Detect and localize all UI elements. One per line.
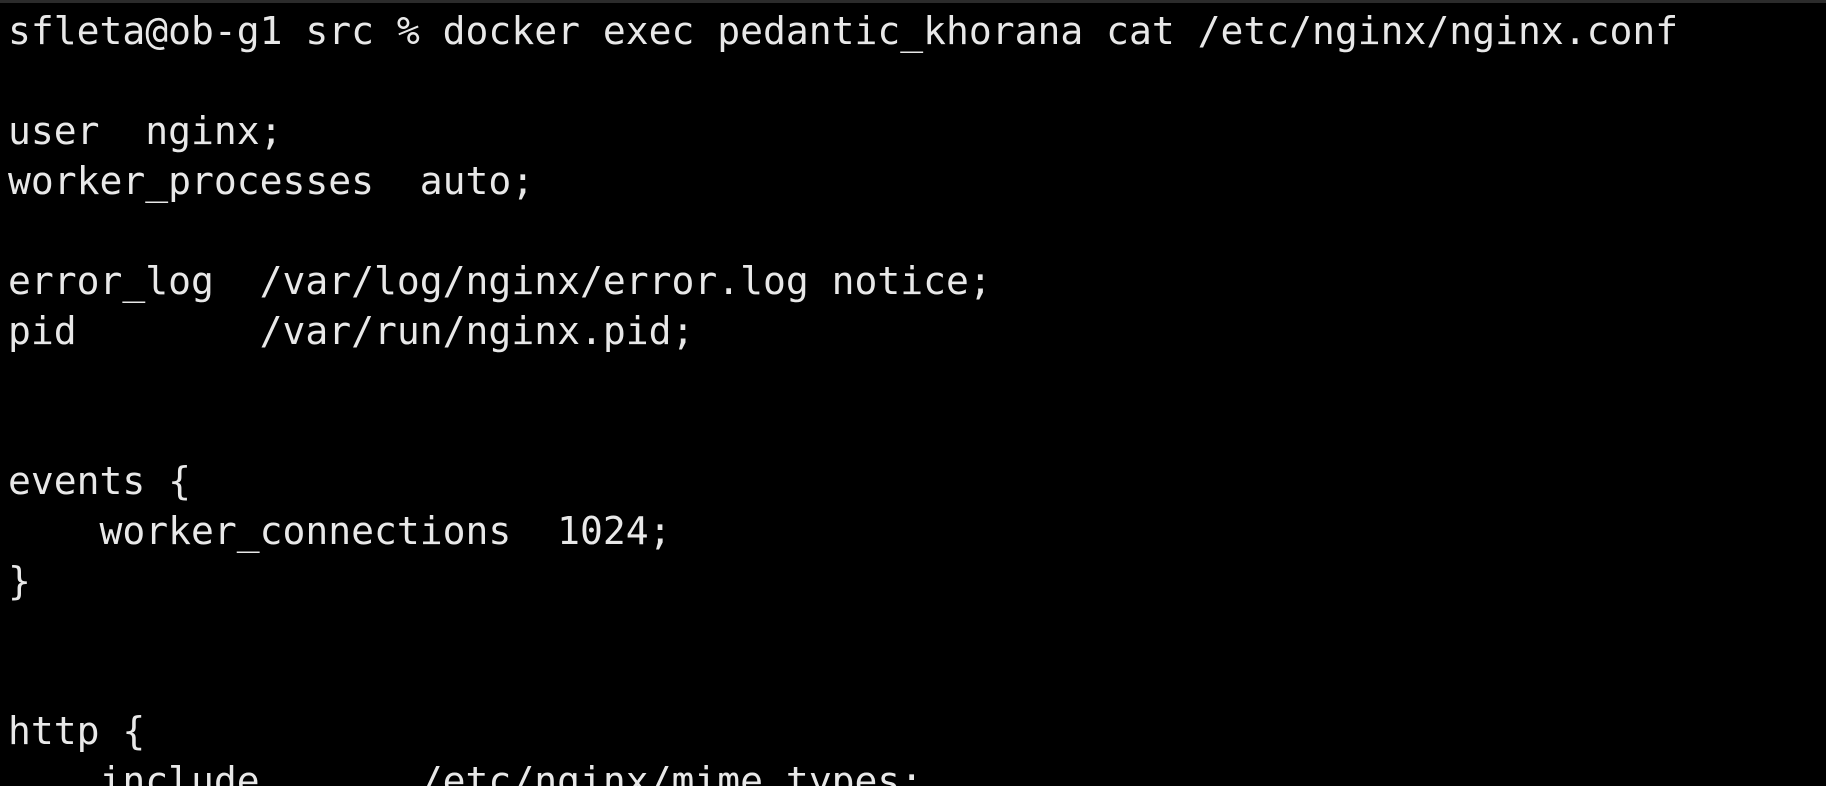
output-line: pid /var/run/nginx.pid; (8, 309, 695, 353)
output-line: worker_processes auto; (8, 159, 535, 203)
output-line: error_log /var/log/nginx/error.log notic… (8, 259, 992, 303)
window-top-border (0, 0, 1826, 3)
output-line: user nginx; (8, 109, 283, 153)
terminal-output[interactable]: sfleta@ob-g1 src % docker exec pedantic_… (8, 6, 1826, 786)
terminal-window[interactable]: sfleta@ob-g1 src % docker exec pedantic_… (0, 0, 1826, 786)
output-line: worker_connections 1024; (8, 509, 672, 553)
command-line: sfleta@ob-g1 src % docker exec pedantic_… (8, 9, 1679, 53)
output-line: } (8, 559, 31, 603)
output-line: include /etc/nginx/mime.types; (8, 759, 924, 786)
output-line: http { (8, 709, 146, 753)
output-line: events { (8, 459, 192, 503)
